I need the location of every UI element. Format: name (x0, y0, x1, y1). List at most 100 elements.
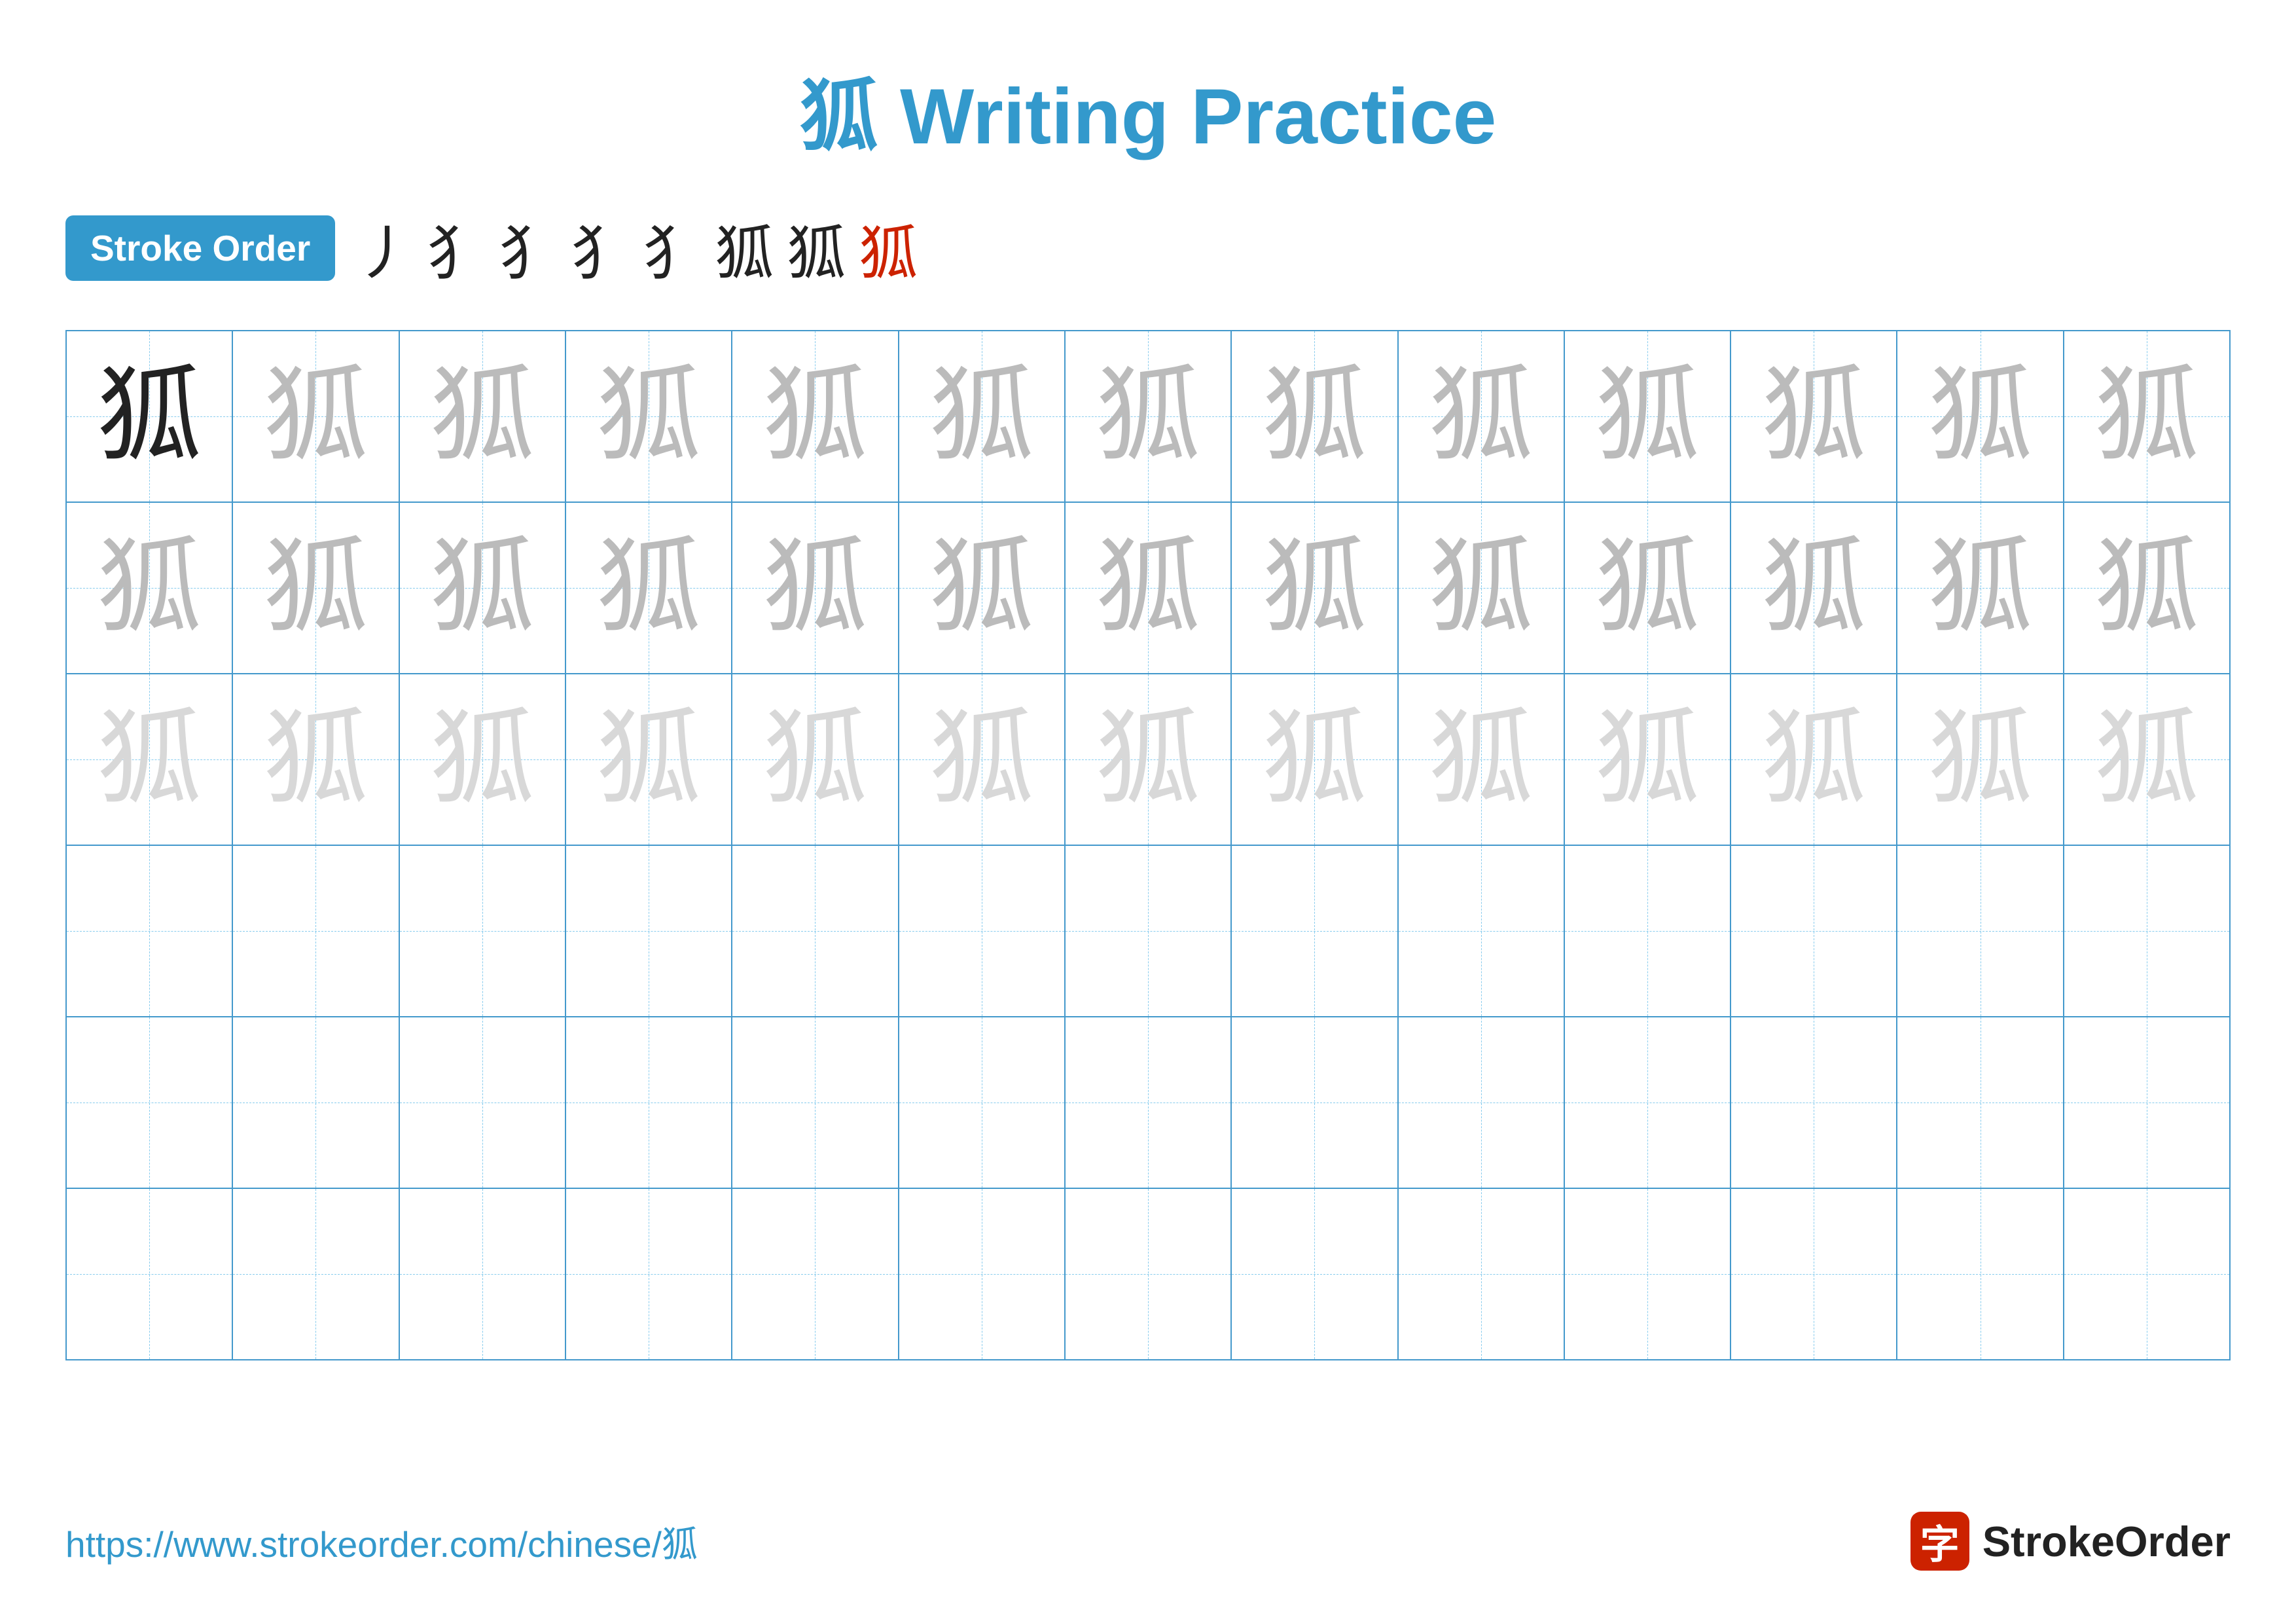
grid-cell-r5-c5 (732, 1017, 899, 1188)
grid-cell-r3-c5: 狐 (732, 674, 899, 845)
grid-cell-r1-c9: 狐 (1399, 331, 1565, 501)
grid-cell-r6-c7 (1066, 1189, 1232, 1359)
stroke-step-1: 丿 (355, 206, 414, 291)
grid-cell-r2-c3: 狐 (400, 503, 566, 673)
char-r2-c11: 狐 (1761, 536, 1866, 640)
grid-cell-r4-c8 (1232, 846, 1398, 1016)
char-r2-c4: 狐 (596, 536, 701, 640)
grid-row-6 (67, 1189, 2229, 1359)
char-r2-c1: 狐 (97, 536, 202, 640)
grid-cell-r5-c3 (400, 1017, 566, 1188)
char-r3-c2: 狐 (263, 707, 368, 812)
grid-cell-r3-c10: 狐 (1565, 674, 1731, 845)
stroke-sequence: 丿 犭 犭 犭 犭 狐 狐 狐 (355, 206, 918, 291)
char-r1-c11: 狐 (1761, 364, 1866, 469)
grid-cell-r6-c6 (899, 1189, 1066, 1359)
grid-cell-r4-c11 (1731, 846, 1897, 1016)
stroke-step-8: 狐 (859, 206, 918, 291)
char-r3-c8: 狐 (1262, 707, 1367, 812)
char-r1-c3: 狐 (430, 364, 535, 469)
footer-logo: 字 StrokeOrder (1910, 1512, 2231, 1571)
grid-cell-r1-c11: 狐 (1731, 331, 1897, 501)
grid-cell-r3-c12: 狐 (1897, 674, 2064, 845)
title-chinese: 狐 (800, 73, 878, 160)
grid-cell-r1-c3: 狐 (400, 331, 566, 501)
grid-cell-r1-c2: 狐 (233, 331, 399, 501)
grid-cell-r2-c1: 狐 (67, 503, 233, 673)
stroke-step-5: 犭 (643, 206, 702, 291)
grid-cell-r3-c8: 狐 (1232, 674, 1398, 845)
grid-cell-r6-c4 (566, 1189, 732, 1359)
char-r3-c7: 狐 (1096, 707, 1200, 812)
char-r3-c13: 狐 (2094, 707, 2199, 812)
grid-cell-r6-c12 (1897, 1189, 2064, 1359)
footer: https://www.strokeorder.com/chinese/狐 字 … (65, 1512, 2231, 1571)
grid-cell-r5-c1 (67, 1017, 233, 1188)
grid-cell-r1-c12: 狐 (1897, 331, 2064, 501)
char-r1-c7: 狐 (1096, 364, 1200, 469)
char-r3-c12: 狐 (1928, 707, 2033, 812)
grid-cell-r3-c1: 狐 (67, 674, 233, 845)
grid-cell-r5-c12 (1897, 1017, 2064, 1188)
char-r3-c4: 狐 (596, 707, 701, 812)
grid-cell-r4-c3 (400, 846, 566, 1016)
char-r2-c9: 狐 (1429, 536, 1534, 640)
grid-cell-r1-c5: 狐 (732, 331, 899, 501)
stroke-order-row: Stroke Order 丿 犭 犭 犭 犭 狐 狐 狐 (65, 206, 2231, 291)
grid-cell-r3-c11: 狐 (1731, 674, 1897, 845)
stroke-step-4: 犭 (571, 206, 630, 291)
grid-cell-r4-c13 (2064, 846, 2229, 1016)
stroke-step-2: 犭 (427, 206, 486, 291)
grid-cell-r2-c5: 狐 (732, 503, 899, 673)
grid-cell-r4-c2 (233, 846, 399, 1016)
char-r3-c9: 狐 (1429, 707, 1534, 812)
char-r2-c12: 狐 (1928, 536, 2033, 640)
grid-cell-r5-c8 (1232, 1017, 1398, 1188)
char-r1-c5: 狐 (762, 364, 867, 469)
page: 狐 Writing Practice Stroke Order 丿 犭 犭 犭 … (0, 0, 2296, 1623)
stroke-step-6: 狐 (715, 206, 774, 291)
grid-cell-r2-c13: 狐 (2064, 503, 2229, 673)
page-title: 狐 Writing Practice (800, 52, 1497, 166)
char-r1-c13: 狐 (2094, 364, 2199, 469)
grid-cell-r5-c10 (1565, 1017, 1731, 1188)
char-r3-c6: 狐 (929, 707, 1034, 812)
grid-cell-r6-c1 (67, 1189, 233, 1359)
char-r2-c13: 狐 (2094, 536, 2199, 640)
grid-cell-r3-c7: 狐 (1066, 674, 1232, 845)
grid-cell-r4-c7 (1066, 846, 1232, 1016)
grid-cell-r2-c11: 狐 (1731, 503, 1897, 673)
char-r2-c5: 狐 (762, 536, 867, 640)
char-r2-c6: 狐 (929, 536, 1034, 640)
char-r1-c12: 狐 (1928, 364, 2033, 469)
char-r1-c10: 狐 (1595, 364, 1700, 469)
grid-cell-r3-c4: 狐 (566, 674, 732, 845)
grid-cell-r6-c13 (2064, 1189, 2229, 1359)
char-r2-c3: 狐 (430, 536, 535, 640)
grid-cell-r5-c13 (2064, 1017, 2229, 1188)
grid-cell-r1-c6: 狐 (899, 331, 1066, 501)
writing-grid: 狐 狐 狐 狐 狐 狐 狐 狐 狐 (65, 330, 2231, 1360)
grid-cell-r3-c6: 狐 (899, 674, 1066, 845)
grid-cell-r4-c10 (1565, 846, 1731, 1016)
footer-url[interactable]: https://www.strokeorder.com/chinese/狐 (65, 1515, 698, 1567)
char-r1-c1: 狐 (97, 364, 202, 469)
grid-cell-r6-c8 (1232, 1189, 1398, 1359)
char-r3-c11: 狐 (1761, 707, 1866, 812)
grid-cell-r3-c3: 狐 (400, 674, 566, 845)
grid-cell-r5-c2 (233, 1017, 399, 1188)
title-text: Writing Practice (878, 73, 1497, 160)
grid-cell-r3-c13: 狐 (2064, 674, 2229, 845)
grid-cell-r1-c10: 狐 (1565, 331, 1731, 501)
grid-cell-r2-c10: 狐 (1565, 503, 1731, 673)
grid-cell-r6-c9 (1399, 1189, 1565, 1359)
grid-cell-r6-c10 (1565, 1189, 1731, 1359)
grid-row-3: 狐 狐 狐 狐 狐 狐 狐 狐 狐 (67, 674, 2229, 846)
grid-cell-r5-c4 (566, 1017, 732, 1188)
grid-row-1: 狐 狐 狐 狐 狐 狐 狐 狐 狐 (67, 331, 2229, 503)
grid-cell-r1-c4: 狐 (566, 331, 732, 501)
grid-cell-r5-c9 (1399, 1017, 1565, 1188)
logo-text: StrokeOrder (1982, 1517, 2231, 1566)
logo-icon: 字 (1910, 1512, 1969, 1571)
grid-cell-r1-c7: 狐 (1066, 331, 1232, 501)
